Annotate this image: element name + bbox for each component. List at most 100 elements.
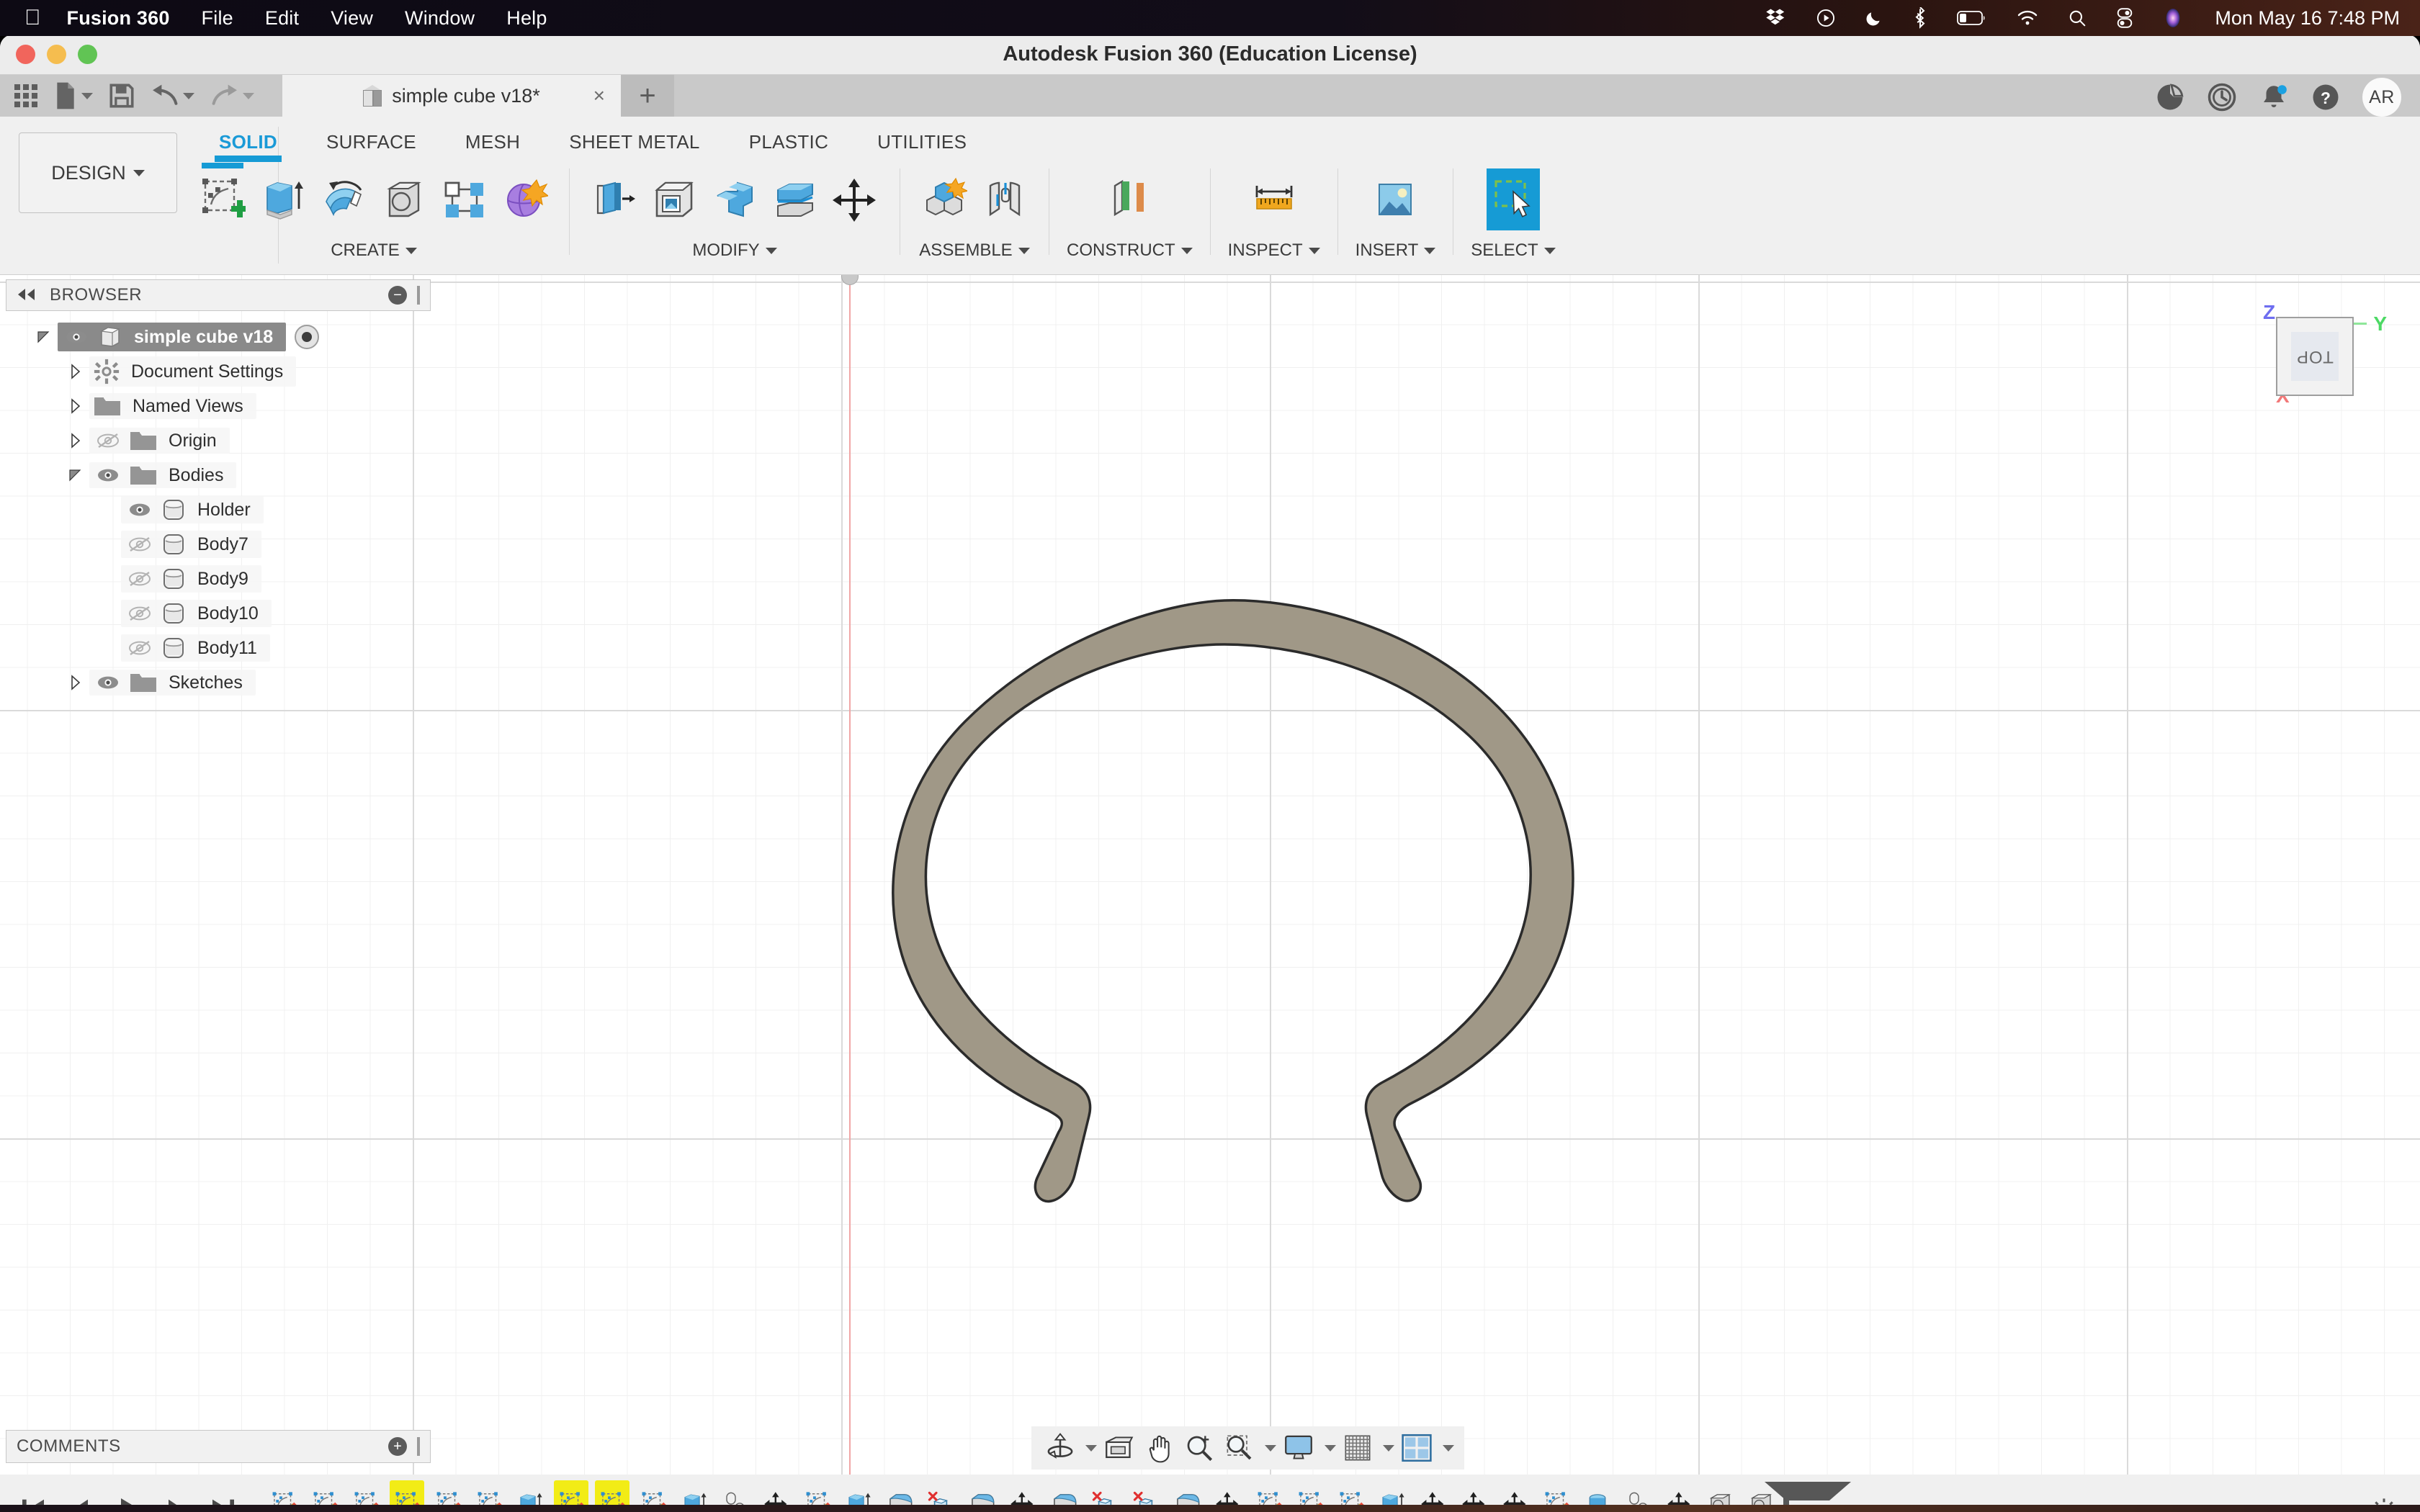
chevron-down-icon[interactable]	[1265, 1444, 1276, 1452]
browser-node-simple-cube-v18[interactable]: simple cube v18	[6, 320, 431, 354]
shell-icon[interactable]	[647, 168, 701, 230]
new-file-icon[interactable]	[48, 79, 99, 112]
chevron-down-icon[interactable]	[1180, 247, 1193, 254]
job-status-icon[interactable]	[2207, 82, 2237, 112]
eye-hidden-icon[interactable]	[94, 432, 122, 449]
eye-visible-icon[interactable]	[62, 328, 91, 346]
browser-node-content[interactable]: Bodies	[89, 462, 237, 488]
browser-node-content[interactable]: simple cube v18	[58, 323, 287, 351]
do-not-disturb-icon[interactable]	[1865, 8, 1883, 28]
press-pull-icon[interactable]	[587, 168, 640, 230]
create-sketch-icon[interactable]	[196, 163, 249, 230]
view-cube-face[interactable]: TOP	[2276, 317, 2354, 396]
expander-closed-icon[interactable]	[62, 397, 89, 415]
move-copy-icon[interactable]	[829, 168, 882, 230]
browser-node-content[interactable]: Body9	[121, 565, 261, 593]
menu-view[interactable]: View	[331, 7, 373, 30]
battery-icon[interactable]	[1957, 10, 1987, 26]
help-icon[interactable]: ?	[2311, 82, 2341, 112]
app-grid-icon[interactable]	[9, 79, 43, 112]
expander-closed-icon[interactable]	[62, 363, 89, 380]
chevron-down-icon[interactable]	[1383, 1444, 1394, 1452]
extrude-icon[interactable]	[256, 168, 310, 230]
new-tab-button[interactable]: +	[621, 75, 674, 117]
browser-node-content[interactable]: Named Views	[89, 393, 256, 419]
eye-hidden-icon[interactable]	[125, 605, 154, 622]
pattern-icon[interactable]	[438, 168, 491, 230]
browser-node-origin[interactable]: Origin	[6, 423, 431, 458]
browser-node-content[interactable]: Body7	[121, 531, 261, 558]
notifications-icon[interactable]	[2259, 82, 2289, 112]
apple-logo-icon[interactable]: 	[24, 7, 41, 29]
tab-sheet-metal[interactable]: SHEET METAL	[544, 121, 725, 161]
zoom-icon[interactable]	[1180, 1429, 1218, 1467]
save-icon[interactable]	[103, 79, 140, 112]
bluetooth-icon[interactable]	[1912, 7, 1928, 29]
orbit-icon[interactable]	[1041, 1429, 1079, 1467]
eye-visible-icon[interactable]	[94, 674, 122, 691]
redo-icon[interactable]	[205, 79, 260, 112]
zoom-window-icon[interactable]	[1221, 1429, 1258, 1467]
revolve-icon[interactable]	[317, 168, 370, 230]
tab-solid[interactable]: SOLID	[194, 121, 302, 162]
tab-surface[interactable]: SURFACE	[302, 121, 441, 161]
siri-icon[interactable]	[2163, 8, 2183, 28]
browser-node-bodies[interactable]: Bodies	[6, 458, 431, 492]
insert-image-icon[interactable]	[1368, 168, 1422, 230]
eye-visible-icon[interactable]	[94, 467, 122, 484]
browser-node-sketches[interactable]: Sketches	[6, 665, 431, 700]
measure-icon[interactable]	[1247, 168, 1301, 230]
browser-node-content[interactable]: Holder	[121, 496, 264, 523]
close-tab-icon[interactable]: ×	[593, 84, 605, 107]
minimize-icon[interactable]: −	[388, 286, 407, 305]
viewport-layout-icon[interactable]	[1397, 1429, 1436, 1467]
chevron-down-icon[interactable]	[1308, 247, 1320, 254]
chevron-down-icon[interactable]	[1443, 1444, 1454, 1452]
expander-open-icon[interactable]	[30, 328, 58, 346]
display-settings-icon[interactable]	[1279, 1429, 1318, 1467]
chevron-down-icon[interactable]	[405, 247, 417, 254]
browser-node-holder[interactable]: Holder	[6, 492, 431, 527]
wifi-icon[interactable]	[2016, 9, 2039, 27]
chevron-down-icon[interactable]	[1085, 1444, 1097, 1452]
tab-utilities[interactable]: UTILITIES	[853, 121, 991, 161]
control-center-icon[interactable]	[2115, 8, 2134, 28]
browser-node-content[interactable]: Document Settings	[89, 356, 297, 387]
eye-hidden-icon[interactable]	[125, 570, 154, 588]
browser-node-content[interactable]: Origin	[89, 428, 230, 454]
comments-panel[interactable]: COMMENTS +	[6, 1430, 431, 1463]
eye-hidden-icon[interactable]	[125, 536, 154, 553]
chevron-down-icon[interactable]	[1325, 1444, 1336, 1452]
split-face-icon[interactable]	[768, 168, 822, 230]
eye-hidden-icon[interactable]	[125, 639, 154, 657]
pan-icon[interactable]	[1142, 1429, 1178, 1467]
undo-icon[interactable]	[145, 79, 200, 112]
browser-node-document-settings[interactable]: Document Settings	[6, 354, 431, 389]
menu-app-name[interactable]: Fusion 360	[67, 7, 170, 30]
tab-mesh[interactable]: MESH	[441, 121, 544, 161]
look-at-icon[interactable]	[1100, 1429, 1139, 1467]
browser-node-content[interactable]: Body10	[121, 600, 272, 627]
browser-node-content[interactable]: Sketches	[89, 670, 256, 696]
chevron-down-icon[interactable]	[1424, 247, 1436, 254]
chevron-down-icon[interactable]	[1018, 247, 1030, 254]
menu-file[interactable]: File	[202, 7, 233, 30]
add-comment-icon[interactable]: +	[388, 1437, 407, 1456]
panel-grip[interactable]	[417, 1437, 420, 1456]
expander-open-icon[interactable]	[62, 467, 89, 484]
menu-help[interactable]: Help	[506, 7, 547, 30]
activate-component-radio[interactable]	[295, 325, 320, 349]
panel-grip[interactable]	[417, 286, 420, 305]
combine-icon[interactable]	[708, 168, 761, 230]
offset-plane-icon[interactable]	[1103, 168, 1156, 230]
dropbox-icon[interactable]	[1765, 7, 1787, 29]
menu-edit[interactable]: Edit	[265, 7, 299, 30]
joint-icon[interactable]	[978, 168, 1031, 230]
browser-node-body9[interactable]: Body9	[6, 562, 431, 596]
chevron-down-icon[interactable]	[765, 247, 777, 254]
create-form-icon[interactable]	[498, 168, 552, 230]
browser-node-body7[interactable]: Body7	[6, 527, 431, 562]
sweep-icon[interactable]	[377, 168, 431, 230]
grid-snap-icon[interactable]	[1339, 1429, 1376, 1467]
avatar[interactable]: AR	[2362, 78, 2401, 117]
